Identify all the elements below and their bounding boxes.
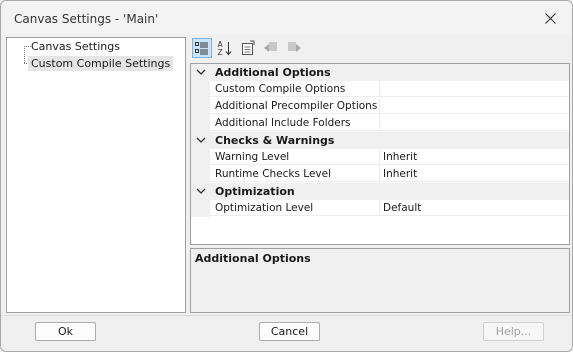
button-bar: Ok Cancel Help... — [1, 315, 572, 351]
category-row-checks-warnings[interactable]: Checks & Warnings — [191, 132, 569, 149]
cancel-button[interactable]: Cancel — [259, 322, 320, 341]
row-gutter — [191, 98, 210, 115]
close-icon — [544, 12, 556, 24]
help-button[interactable]: Help... — [483, 322, 544, 341]
property-name: Runtime Checks Level — [210, 166, 380, 182]
tree-connector — [24, 46, 25, 63]
alphabetical-button[interactable]: A Z — [215, 38, 235, 58]
ok-button[interactable]: Ok — [35, 322, 96, 341]
property-name: Additional Include Folders — [210, 115, 380, 131]
description-title: Additional Options — [195, 252, 311, 265]
property-row[interactable]: Optimization Level Default — [191, 200, 569, 217]
property-pages-button[interactable] — [238, 38, 258, 58]
row-gutter — [191, 115, 210, 132]
property-row[interactable]: Custom Compile Options — [191, 81, 569, 98]
property-row[interactable]: Additional Include Folders — [191, 115, 569, 132]
property-name: Warning Level — [210, 149, 380, 165]
dialog-window: Canvas Settings - 'Main' Canvas Settings… — [0, 0, 573, 352]
back-button[interactable] — [261, 38, 281, 58]
property-pages-icon — [242, 40, 255, 55]
tree-item-canvas-settings[interactable]: Canvas Settings — [28, 39, 123, 54]
property-grid[interactable]: Additional Options Custom Compile Option… — [190, 63, 570, 245]
settings-tree[interactable]: Canvas Settings Custom Compile Settings — [6, 37, 186, 313]
category-label: Checks & Warnings — [215, 134, 335, 147]
row-gutter — [191, 81, 210, 98]
tree-item-label: Canvas Settings — [31, 40, 120, 53]
property-name: Additional Precompiler Options — [210, 98, 380, 114]
row-gutter — [191, 149, 210, 166]
property-value[interactable] — [380, 81, 569, 97]
property-name: Custom Compile Options — [210, 81, 380, 97]
forward-button[interactable] — [284, 38, 304, 58]
tree-item-custom-compile-settings[interactable]: Custom Compile Settings — [28, 56, 174, 71]
chevron-down-icon[interactable] — [196, 67, 206, 77]
property-grid-toolbar: A Z — [190, 37, 570, 59]
property-row[interactable]: Runtime Checks Level Inherit — [191, 166, 569, 183]
alphabetical-sort-icon: A Z — [218, 40, 232, 56]
chevron-down-icon[interactable] — [196, 135, 206, 145]
description-pane: Additional Options — [190, 248, 570, 313]
categorized-icon — [195, 42, 208, 55]
svg-text:Z: Z — [218, 48, 223, 56]
property-name: Optimization Level — [210, 200, 380, 216]
row-gutter — [191, 166, 210, 183]
row-gutter — [191, 200, 210, 217]
category-row-optimization[interactable]: Optimization — [191, 183, 569, 200]
property-value[interactable]: Inherit — [380, 149, 569, 165]
chevron-down-icon[interactable] — [196, 186, 206, 196]
property-value[interactable] — [380, 98, 569, 114]
category-label: Additional Options — [215, 66, 331, 79]
property-value[interactable]: Inherit — [380, 166, 569, 182]
category-label: Optimization — [215, 185, 295, 198]
window-title: Canvas Settings - 'Main' — [14, 12, 159, 26]
forward-icon — [288, 42, 301, 52]
close-button[interactable] — [528, 1, 572, 35]
property-value[interactable]: Default — [380, 200, 569, 216]
tree-item-label: Custom Compile Settings — [31, 57, 171, 70]
title-bar: Canvas Settings - 'Main' — [1, 1, 572, 35]
back-icon — [264, 42, 277, 52]
property-row[interactable]: Warning Level Inherit — [191, 149, 569, 166]
category-row-additional-options[interactable]: Additional Options — [191, 64, 569, 81]
categorized-button[interactable] — [192, 38, 212, 58]
property-row[interactable]: Additional Precompiler Options — [191, 98, 569, 115]
property-value[interactable] — [380, 115, 569, 131]
